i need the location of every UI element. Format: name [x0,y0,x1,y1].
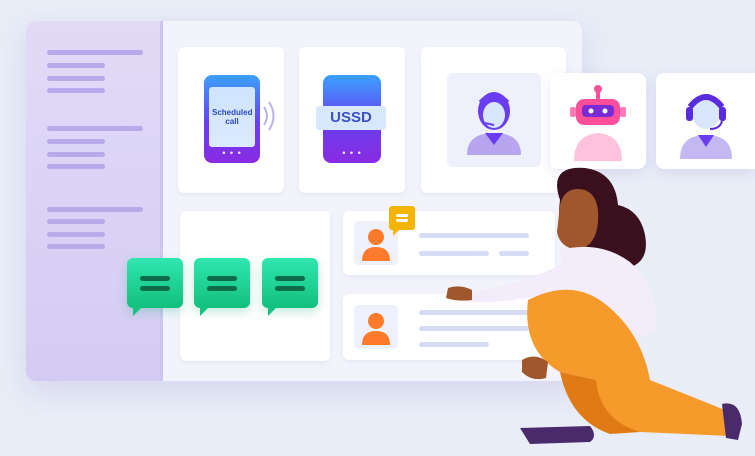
sidebar-line [47,63,105,68]
chatbot-tile[interactable] [550,73,646,169]
chat-bubble-icon[interactable] [127,258,183,316]
sidebar-line [47,139,105,144]
sidebar-line [47,207,143,212]
chat-bubble-icon[interactable] [262,258,318,316]
avatar [354,305,398,349]
phone-signal-icon: Scheduled call • • • [204,75,260,163]
sidebar-line [47,164,105,169]
message-badge-icon [389,206,415,236]
sidebar-line [47,152,105,157]
scheduled-call-label: Scheduled call [212,108,253,126]
sidebar-line [47,50,143,55]
support-agent-female-icon [467,92,521,155]
ussd-card[interactable]: • • • USSD [299,47,405,193]
scheduled-call-card[interactable]: Scheduled call • • • [178,47,284,193]
sidebar [26,21,163,381]
sidebar-line [47,244,105,249]
agent-female-tile[interactable] [447,73,541,167]
user-avatar-icon [362,313,390,345]
ussd-label: USSD [316,106,386,130]
sidebar-line [47,88,105,93]
signal-waves-icon [263,101,275,131]
sidebar-line [47,76,105,81]
chatbot-robot-icon [570,85,626,161]
sidebar-line [47,232,105,237]
support-agent-headset-icon [680,94,732,159]
sidebar-line [47,126,143,131]
chat-bubble-icon[interactable] [194,258,250,316]
user-avatar-icon [362,229,390,261]
agent-headset-tile[interactable] [656,73,755,169]
sidebar-line [47,219,105,224]
woman-illustration [446,167,742,444]
